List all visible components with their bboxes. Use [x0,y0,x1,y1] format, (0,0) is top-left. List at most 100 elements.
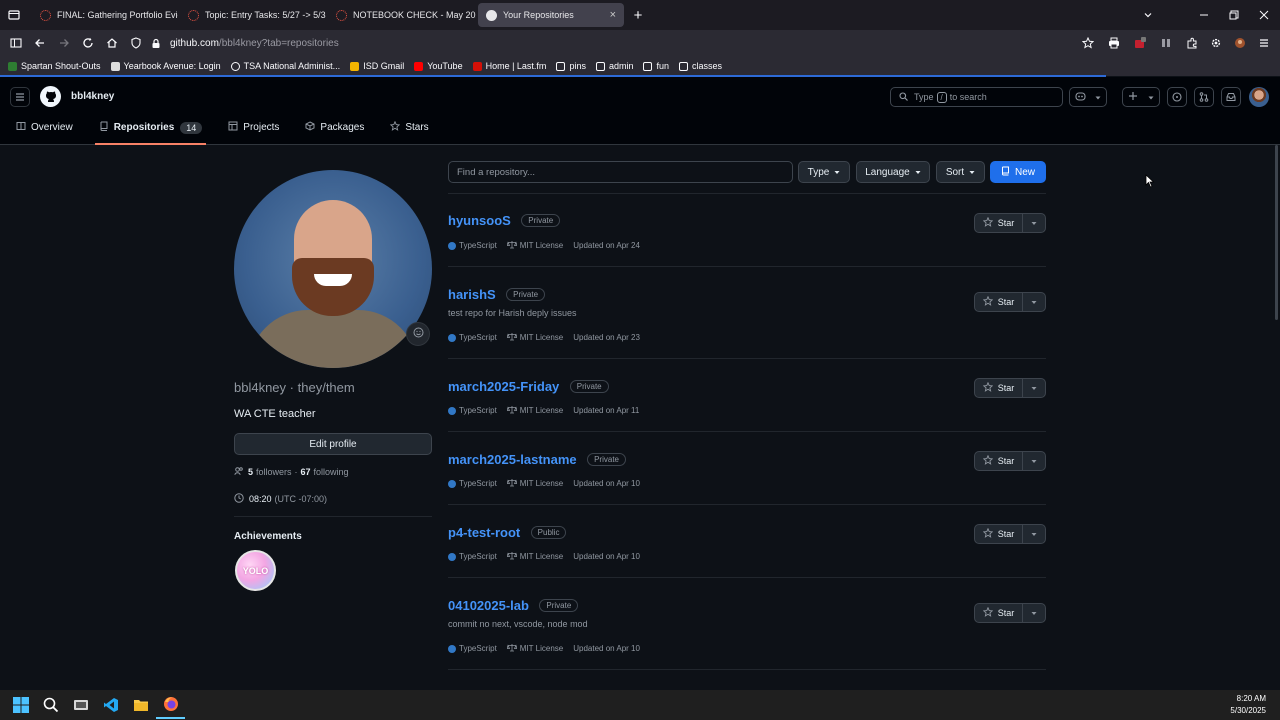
star-icon [982,606,994,619]
repository-name-link[interactable]: hyunsooS [448,213,511,228]
bookmark-item[interactable]: YouTube [414,61,463,71]
set-status-button[interactable] [406,322,430,346]
star-button[interactable]: Star [975,214,1023,232]
inbox-icon[interactable] [1221,87,1241,107]
achievements-title[interactable]: Achievements [234,531,302,542]
repository-name-link[interactable]: harishS [448,287,496,302]
star-button[interactable]: Star [975,525,1023,543]
language-filter-button[interactable]: Language [856,161,930,183]
system-clock[interactable]: 8:20 AM 5/30/2025 [1230,693,1266,717]
user-avatar[interactable] [1249,87,1269,107]
repository-license: MIT License [519,333,564,342]
law-icon [506,643,518,654]
repository-name-link[interactable]: 04102025-lab [448,598,529,613]
bookmark-folder[interactable]: admin [595,61,633,71]
reload-icon[interactable] [76,31,100,55]
tab-list-icon[interactable] [2,3,26,27]
tab-overview[interactable]: Overview [16,121,81,144]
task-view-icon[interactable] [66,691,95,719]
followers-count[interactable]: 5 [248,467,253,477]
pause-icon[interactable] [1154,31,1178,55]
copilot-button[interactable] [1069,87,1107,107]
back-icon[interactable] [28,31,52,55]
type-filter-button[interactable]: Type [798,161,850,183]
star-button-group: Star [974,213,1046,233]
vscode-icon[interactable] [96,691,125,719]
visibility-badge: Private [587,453,626,466]
forward-icon[interactable] [52,31,76,55]
bookmark-folder[interactable]: fun [643,61,669,71]
extensions-icon[interactable] [1180,31,1204,55]
edit-profile-button[interactable]: Edit profile [234,433,432,455]
find-repository-input[interactable]: Find a repository... [448,161,793,183]
search-input[interactable]: Type / to search [890,87,1063,107]
sidebar-icon[interactable] [4,31,28,55]
gear-icon[interactable] [1204,31,1228,55]
account-icon[interactable] [1228,31,1252,55]
extension-badge-icon[interactable] [1128,31,1152,55]
star-list-dropdown[interactable] [1023,221,1045,226]
browser-tab-topic[interactable]: Topic: Entry Tasks: 5/27 -> 5/30 × [180,3,326,27]
star-button[interactable]: Star [975,452,1023,470]
bookmark-item[interactable]: ISD Gmail [350,61,404,71]
star-list-dropdown[interactable] [1023,386,1045,391]
new-repository-button[interactable]: New [990,161,1046,183]
bookmark-folder[interactable]: classes [678,61,722,71]
browser-tab-repositories[interactable]: Your Repositories × [478,3,624,27]
profile-avatar[interactable] [234,170,432,368]
url-bar[interactable]: github.com/bbl4kney?tab=repositories [170,38,339,49]
star-list-dropdown[interactable] [1023,459,1045,464]
browser-tab-notebook[interactable]: NOTEBOOK CHECK - May 2025 × [328,3,476,27]
star-list-dropdown[interactable] [1023,532,1045,537]
profile-username[interactable]: bbl4kney [71,91,114,102]
page-scrollbar[interactable] [1275,145,1278,320]
pull-requests-icon[interactable] [1194,87,1214,107]
repository-license: MIT License [519,552,564,561]
close-icon[interactable]: × [604,9,616,21]
tab-stars[interactable]: Stars [390,120,436,144]
new-tab-button[interactable]: + [626,3,650,27]
windows-start-icon[interactable] [6,691,35,719]
menu-icon[interactable] [1252,31,1276,55]
bookmark-folder[interactable]: pins [556,61,586,71]
hamburger-menu-icon[interactable] [10,87,30,107]
chevron-down-icon[interactable] [1136,3,1160,27]
lastfm-icon [472,61,482,71]
close-window-icon[interactable] [1252,3,1276,27]
file-explorer-icon[interactable] [126,691,155,719]
bookmark-item[interactable]: Yearbook Avenue: Login [110,61,221,71]
minimize-icon[interactable] [1192,3,1216,27]
following-label[interactable]: following [314,467,349,477]
print-icon[interactable] [1102,31,1126,55]
tab-packages[interactable]: Packages [305,121,372,144]
star-list-dropdown[interactable] [1023,300,1045,305]
tab-repositories[interactable]: Repositories 14 [94,121,211,145]
following-count[interactable]: 67 [301,467,311,477]
bookmark-item[interactable]: Home | Last.fm [472,61,546,71]
github-logo-icon[interactable] [40,86,61,107]
shield-icon[interactable] [124,31,148,55]
search-icon[interactable] [36,691,65,719]
bookmark-star-icon[interactable] [1076,31,1100,55]
lock-icon[interactable] [148,31,164,55]
achievement-badge[interactable]: YOLO [235,550,276,591]
bookmark-item[interactable]: Spartan Shout-Outs [8,61,101,71]
issues-icon[interactable] [1167,87,1187,107]
bookmark-item[interactable]: TSA National Administ... [230,61,340,71]
repository-name-link[interactable]: p4-test-root [448,525,520,540]
star-button[interactable]: Star [975,379,1023,397]
repository-name-link[interactable]: march2025-Friday [448,379,559,394]
home-icon[interactable] [100,31,124,55]
create-new-button[interactable] [1122,87,1160,107]
restore-icon[interactable] [1222,3,1246,27]
star-button[interactable]: Star [975,604,1023,622]
tab-projects[interactable]: Projects [228,121,287,144]
sort-filter-button[interactable]: Sort [936,161,985,183]
browser-tab-final[interactable]: FINAL: Gathering Portfolio Evid × [32,3,178,27]
mouse-cursor [1145,174,1155,193]
star-list-dropdown[interactable] [1023,611,1045,616]
firefox-icon[interactable] [156,691,185,719]
repository-name-link[interactable]: march2025-lastname [448,452,577,467]
star-button[interactable]: Star [975,293,1023,311]
followers-label[interactable]: followers [256,467,292,477]
